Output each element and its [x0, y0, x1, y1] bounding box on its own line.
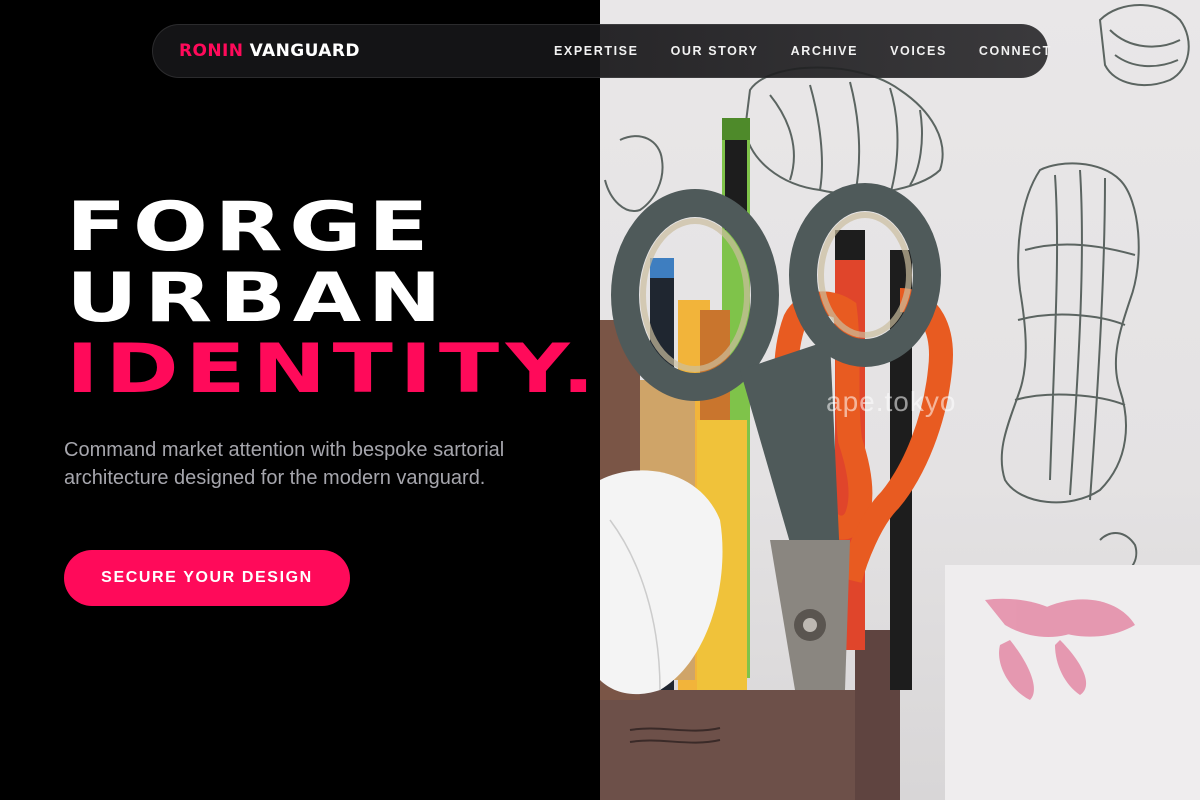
headline-line-2: URBAN — [66, 259, 449, 338]
brand-name-part-2: VANGUARD — [249, 41, 360, 61]
headline-line-3: IDENTITY. — [66, 330, 602, 409]
nav-link-our-story[interactable]: OUR STORY — [671, 44, 759, 58]
nav-link-voices[interactable]: VOICES — [890, 44, 947, 58]
headline-line-1: FORGE — [66, 188, 436, 267]
brand-logo[interactable]: RONIN VANGUARD — [179, 41, 360, 61]
hero-section: FORGE URBAN IDENTITY. Command market att… — [0, 0, 600, 800]
nav-links: EXPERTISE OUR STORY ARCHIVE VOICES CONNE… — [554, 25, 1052, 77]
brand-name-part-1: RONIN — [179, 41, 244, 61]
nav-link-expertise[interactable]: EXPERTISE — [554, 44, 639, 58]
secure-your-design-button[interactable]: SECURE YOUR DESIGN — [64, 550, 350, 606]
hero-photo: ape.tokyo — [600, 0, 1200, 800]
hero-headline: FORGE URBAN IDENTITY. — [66, 192, 595, 405]
top-navigation: RONIN VANGUARD EXPERTISE OUR STORY ARCHI… — [152, 24, 1050, 78]
watermark-text: ape.tokyo — [826, 386, 957, 417]
nav-link-archive[interactable]: ARCHIVE — [791, 44, 858, 58]
hero-subtitle: Command market attention with bespoke sa… — [64, 439, 505, 489]
nav-link-connect[interactable]: CONNECT — [979, 44, 1052, 58]
